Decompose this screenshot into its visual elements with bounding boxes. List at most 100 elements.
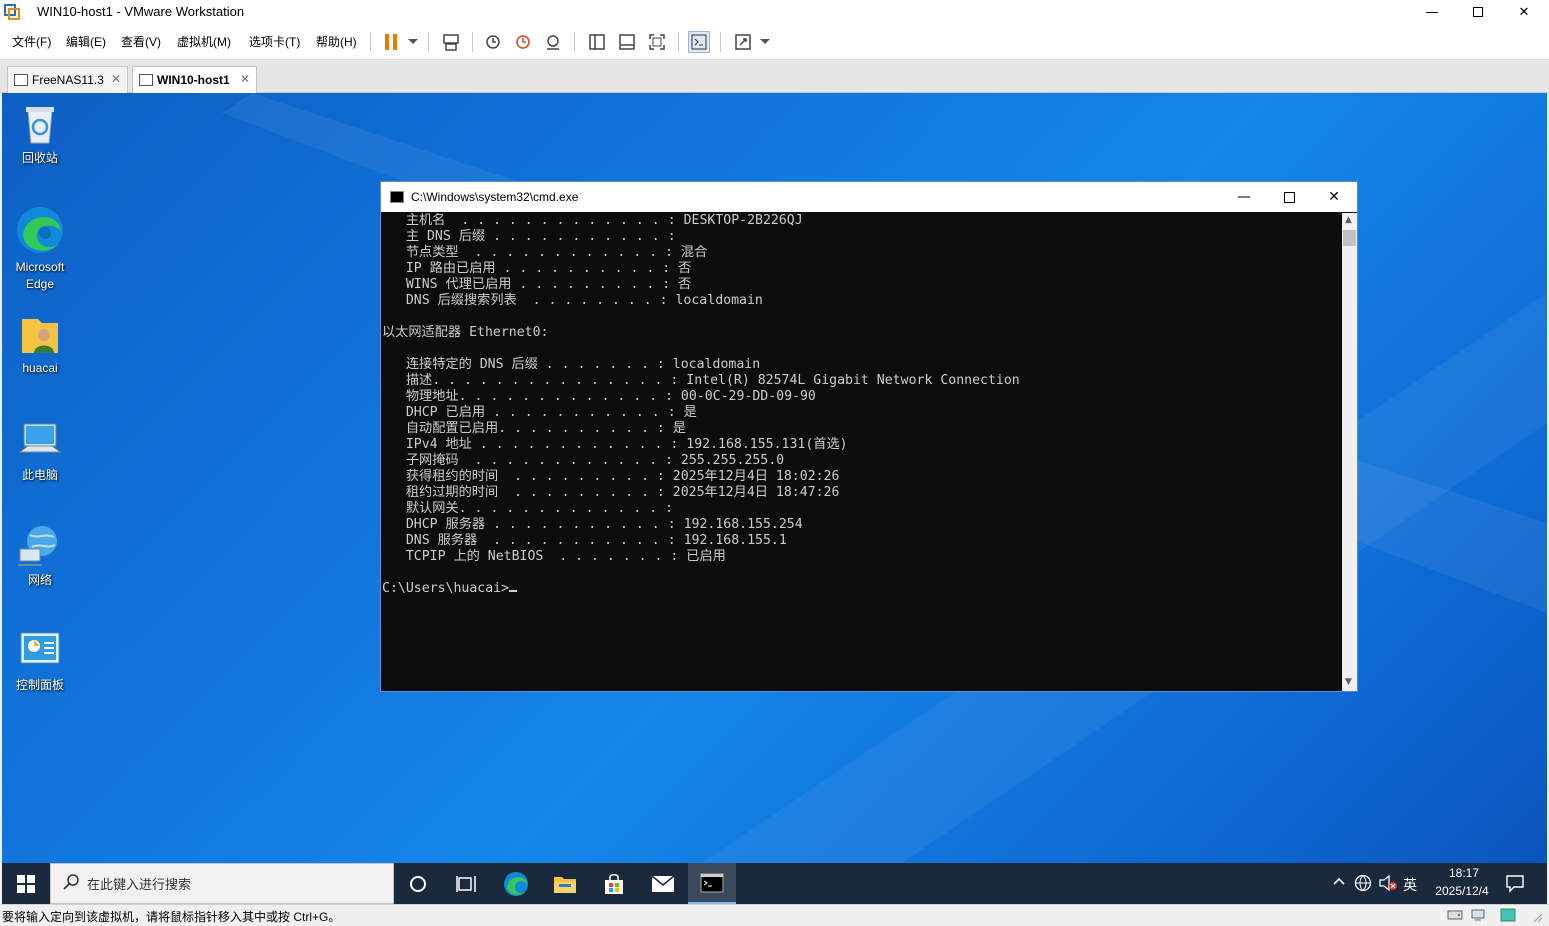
show-library-icon[interactable]	[586, 31, 608, 53]
network-icon	[18, 523, 62, 567]
edge-icon	[15, 205, 65, 255]
maximize-button[interactable]	[1455, 0, 1501, 24]
desktop-icon-edge[interactable]: Microsoft Edge	[2, 205, 78, 293]
console-line: DHCP 已启用 . . . . . . . . . . . : 是	[382, 405, 697, 420]
console-line: 以太网适配器 Ethernet0:	[382, 325, 549, 340]
chevron-up-icon[interactable]	[1332, 874, 1346, 891]
toolbar-separator	[678, 32, 679, 52]
input-method-indicator[interactable]: 英	[1403, 875, 1417, 895]
cmd-close-button[interactable]: ✕	[1311, 182, 1357, 212]
resize-grip-icon[interactable]	[1531, 911, 1543, 926]
cortana-icon[interactable]	[394, 863, 442, 904]
desktop-icon-control-panel[interactable]: 控制面板	[2, 628, 78, 693]
desktop-icon-this-pc[interactable]: 此电脑	[2, 418, 78, 483]
cmd-scrollbar[interactable]: ▲ ▼	[1342, 213, 1357, 691]
desktop-icon-recycle-bin[interactable]: 回收站	[2, 101, 78, 166]
console-line: 主机名 . . . . . . . . . . . . . : DESKTOP-…	[382, 213, 803, 228]
control-panel-icon	[18, 628, 62, 672]
console-line: 自动配置已启用. . . . . . . . . . : 是	[382, 421, 686, 436]
toolbar-separator	[428, 32, 429, 52]
close-icon[interactable]: ✕	[240, 72, 250, 86]
network-adapter-icon[interactable]	[1470, 908, 1486, 925]
notification-center-icon[interactable]	[1505, 873, 1525, 896]
this-pc-icon	[18, 418, 62, 462]
mail-icon[interactable]	[639, 863, 687, 904]
desktop-icon-label: huacai	[22, 361, 58, 375]
desktop-icon-label: 回收站	[21, 151, 58, 165]
menu-view[interactable]: 查看(V)	[121, 33, 161, 50]
file-explorer-icon[interactable]	[541, 863, 589, 904]
task-view-icon[interactable]	[442, 863, 490, 904]
console-line: 物理地址. . . . . . . . . . . . . : 00-0C-29…	[382, 389, 816, 404]
taskbar-cmd-icon[interactable]	[688, 863, 736, 904]
microsoft-store-icon[interactable]	[590, 863, 638, 904]
cmd-minimize-button[interactable]: —	[1221, 182, 1267, 212]
vmware-logo-icon	[4, 4, 20, 20]
start-button[interactable]	[2, 863, 50, 904]
vm-icon	[14, 74, 28, 86]
toolbar-separator	[370, 32, 371, 52]
console-line: DHCP 服务器 . . . . . . . . . . . : 192.168…	[382, 517, 803, 532]
minimize-button[interactable]: —	[1409, 0, 1455, 24]
clock-time[interactable]: 18:17	[1439, 866, 1489, 880]
recycle-bin-icon	[18, 101, 62, 145]
scroll-up-icon[interactable]: ▲	[1345, 215, 1352, 225]
tab-label: WIN10-host1	[157, 73, 230, 87]
desktop-icon-network[interactable]: 网络	[2, 523, 78, 588]
snapshot-manager-icon[interactable]	[542, 31, 564, 53]
cmd-window[interactable]: C:\Windows\system32\cmd.exe — ✕ 主机名 . . …	[380, 181, 1358, 692]
console-line: 节点类型 . . . . . . . . . . . . : 混合	[382, 245, 708, 260]
close-icon[interactable]: ✕	[111, 72, 121, 86]
vm-tab-bar: FreeNAS11.3 ✕ WIN10-host1 ✕	[0, 61, 1549, 93]
window-title: WIN10-host1 - VMware Workstation	[37, 4, 245, 19]
pause-icon[interactable]	[380, 31, 402, 53]
revert-snapshot-icon[interactable]	[512, 31, 534, 53]
cmd-titlebar[interactable]: C:\Windows\system32\cmd.exe — ✕	[381, 182, 1357, 212]
tab-win10-host1[interactable]: WIN10-host1 ✕	[132, 66, 257, 93]
console-line: 默认网关. . . . . . . . . . . . . :	[382, 501, 673, 516]
console-output[interactable]: 主机名 . . . . . . . . . . . . . : DESKTOP-…	[382, 213, 1342, 691]
console-line: 描述. . . . . . . . . . . . . . . : Intel(…	[382, 373, 1020, 388]
console-line: DNS 服务器 . . . . . . . . . . . : 192.168.…	[382, 533, 787, 548]
cmd-maximize-button[interactable]	[1266, 182, 1312, 212]
network-status-icon[interactable]	[1354, 874, 1372, 895]
status-bar: 要将输入定向到该虚拟机，请将鼠标指针移入其中或按 Ctrl+G。	[0, 904, 1549, 925]
taskbar: 在此键入进行搜索 英 18:17 2025/12/4	[2, 863, 1547, 904]
thumbnail-bar-icon[interactable]	[616, 31, 638, 53]
chevron-down-icon[interactable]	[402, 31, 424, 53]
console-line: DNS 后缀搜索列表 . . . . . . . . : localdomain	[382, 293, 763, 308]
menu-tabs[interactable]: 选项卡(T)	[249, 33, 300, 50]
clock-date[interactable]: 2025/12/4	[1427, 884, 1497, 898]
console-line: 主 DNS 后缀 . . . . . . . . . . . :	[382, 229, 676, 244]
taskbar-search-box[interactable]: 在此键入进行搜索	[50, 863, 394, 904]
desktop-icon-user-folder[interactable]: huacai	[2, 313, 78, 375]
console-line: 子网掩码 . . . . . . . . . . . . : 255.255.2…	[382, 453, 785, 468]
scroll-down-icon[interactable]: ▼	[1345, 677, 1352, 687]
hard-disk-icon[interactable]	[1447, 908, 1463, 925]
tab-label: FreeNAS11.3	[32, 73, 104, 87]
menu-edit[interactable]: 编辑(E)	[66, 33, 106, 50]
vm-messages-icon[interactable]	[1500, 908, 1516, 925]
toolbar-separator	[574, 32, 575, 52]
tab-freenas[interactable]: FreeNAS11.3 ✕	[7, 66, 128, 93]
stretch-guest-icon[interactable]	[732, 31, 754, 53]
console-line: 租约过期的时间 . . . . . . . . . : 2025年12月4日 1…	[382, 485, 840, 500]
menu-vm[interactable]: 虚拟机(M)	[177, 33, 231, 50]
menu-help[interactable]: 帮助(H)	[316, 33, 357, 50]
console-view-icon[interactable]	[688, 31, 710, 53]
close-button[interactable]: ✕	[1501, 0, 1547, 24]
console-line: WINS 代理已启用 . . . . . . . . . : 否	[382, 277, 692, 292]
full-screen-icon[interactable]	[646, 31, 668, 53]
volume-muted-icon[interactable]	[1378, 874, 1398, 895]
snapshot-icon[interactable]	[482, 31, 504, 53]
desktop-icon-label: Microsoft Edge	[15, 260, 65, 291]
scrollbar-thumb[interactable]	[1343, 230, 1356, 246]
taskbar-edge-icon[interactable]	[492, 863, 540, 904]
send-ctrl-alt-del-icon[interactable]	[440, 31, 462, 53]
chevron-down-icon[interactable]	[754, 31, 776, 53]
console-line: 连接特定的 DNS 后缀 . . . . . . . : localdomain	[382, 357, 761, 372]
menu-file[interactable]: 文件(F)	[12, 33, 51, 50]
